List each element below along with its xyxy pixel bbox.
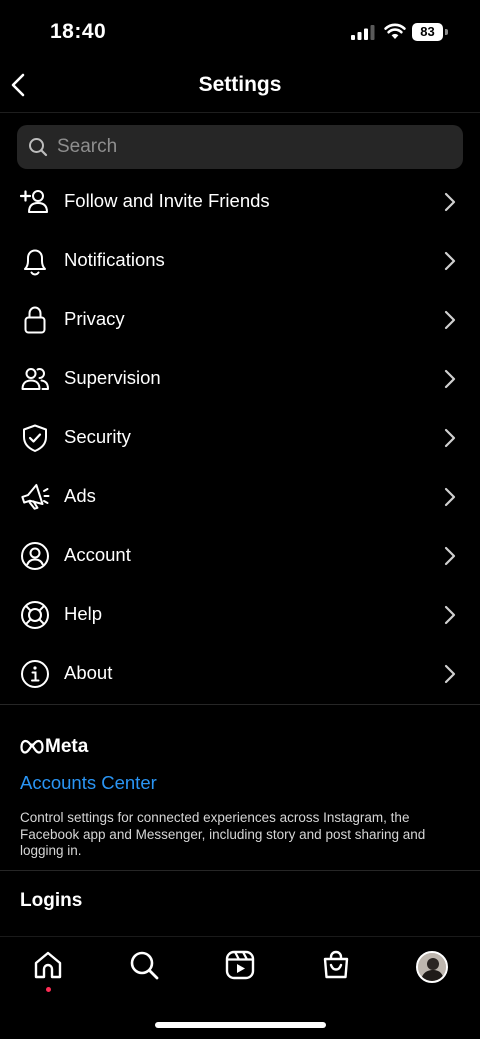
section-divider (0, 704, 480, 705)
chevron-right-icon (444, 251, 456, 271)
menu-item-ads[interactable]: Ads (0, 467, 480, 526)
chevron-right-icon (444, 428, 456, 448)
bottom-nav (0, 937, 480, 997)
chevron-right-icon (444, 605, 456, 625)
menu-item-label: Notifications (64, 249, 165, 270)
menu-item-help[interactable]: Help (0, 585, 480, 644)
menu-item-label: Help (64, 603, 103, 624)
shield-icon (23, 424, 47, 452)
chevron-right-icon (444, 487, 456, 507)
notification-dot (46, 987, 51, 992)
menu-item-notifications[interactable]: Notifications (0, 231, 480, 290)
settings-menu: Follow and Invite Friends Notifications … (0, 172, 480, 703)
search-icon (29, 138, 48, 157)
search-input[interactable] (57, 125, 447, 169)
chevron-right-icon (444, 546, 456, 566)
cellular-signal-icon (351, 25, 375, 40)
chevron-right-icon (444, 664, 456, 684)
search-icon[interactable] (128, 949, 160, 981)
section-divider (0, 870, 480, 871)
status-time: 18:40 (50, 20, 107, 43)
menu-item-label: Account (64, 544, 131, 565)
menu-item-label: Supervision (64, 367, 161, 388)
reels-icon[interactable] (224, 949, 256, 981)
menu-item-security[interactable]: Security (0, 408, 480, 467)
menu-item-privacy[interactable]: Privacy (0, 290, 480, 349)
shop-icon[interactable] (320, 949, 352, 981)
accounts-center-link[interactable]: Accounts Center (20, 772, 157, 794)
info-icon (21, 660, 49, 688)
chevron-right-icon (444, 310, 456, 330)
megaphone-icon (21, 483, 50, 510)
menu-item-follow-invite[interactable]: Follow and Invite Friends (0, 172, 480, 231)
menu-item-label: Security (64, 426, 131, 447)
accounts-center-description: Control settings for connected experienc… (20, 810, 426, 858)
status-bar: 18:40 83 (0, 0, 480, 60)
header: Settings (0, 60, 480, 113)
people-icon (21, 367, 49, 390)
bell-icon (24, 249, 46, 276)
lifebuoy-icon (21, 601, 49, 629)
menu-item-label: Privacy (64, 308, 125, 329)
meta-infinity-icon (20, 739, 44, 754)
menu-item-label: Follow and Invite Friends (64, 190, 270, 211)
add-person-icon (20, 190, 48, 213)
menu-item-label: Ads (64, 485, 96, 506)
search-bar[interactable] (17, 125, 463, 169)
avatar-image (418, 953, 446, 981)
profile-avatar[interactable] (416, 951, 448, 983)
battery-icon: 83 (412, 23, 448, 41)
chevron-right-icon (444, 192, 456, 212)
menu-item-account[interactable]: Account (0, 526, 480, 585)
page-title: Settings (198, 73, 282, 96)
menu-item-supervision[interactable]: Supervision (0, 349, 480, 408)
home-icon[interactable] (32, 949, 64, 981)
meta-brand-text: Meta (45, 736, 89, 757)
home-indicator (155, 1022, 326, 1028)
wifi-icon (384, 23, 406, 39)
chevron-right-icon (444, 369, 456, 389)
menu-item-about[interactable]: About (0, 644, 480, 703)
account-icon (21, 542, 49, 570)
battery-level: 83 (412, 23, 443, 41)
lock-icon (24, 306, 46, 334)
logins-heading: Logins (20, 890, 83, 911)
menu-item-label: About (64, 662, 113, 683)
